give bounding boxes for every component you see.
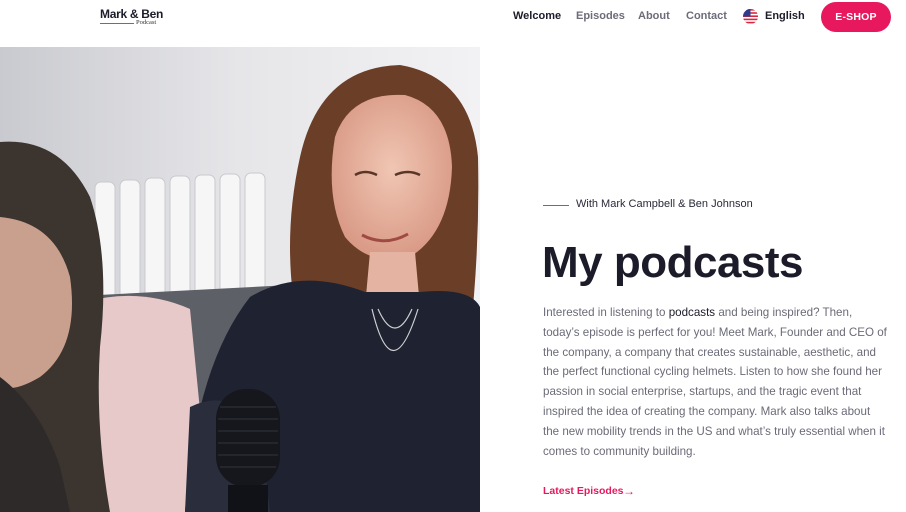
page-title: My podcasts (542, 238, 804, 287)
logo[interactable]: Mark & Ben Podcast (100, 7, 163, 29)
logo-sub-text: Podcast (136, 19, 157, 26)
nav-episodes[interactable]: Episodes (576, 10, 625, 24)
nav-contact[interactable]: Contact (686, 10, 727, 24)
logo-underline (100, 23, 134, 24)
hero-description: Interested in listening to podcasts and … (543, 303, 888, 461)
latest-episodes-link[interactable]: Latest Episodes (543, 485, 624, 497)
arrow-right-icon[interactable]: → (623, 484, 635, 498)
site-header: Mark & Ben Podcast Welcome Episodes Abou… (0, 0, 906, 47)
nav-welcome[interactable]: Welcome (513, 10, 561, 24)
language-label: English (765, 10, 805, 22)
eshop-button[interactable]: E-SHOP (821, 2, 891, 32)
hero-eyebrow: With Mark Campbell & Ben Johnson (576, 198, 753, 210)
description-text-before: Interested in listening to (543, 306, 669, 319)
eyebrow-divider (543, 205, 569, 206)
nav-about[interactable]: About (638, 10, 670, 24)
us-flag-icon (743, 9, 758, 24)
hero-photo (0, 47, 480, 512)
description-highlight: podcasts (668, 306, 716, 319)
description-text-after: and being inspired? Then, today’s episod… (543, 306, 887, 458)
